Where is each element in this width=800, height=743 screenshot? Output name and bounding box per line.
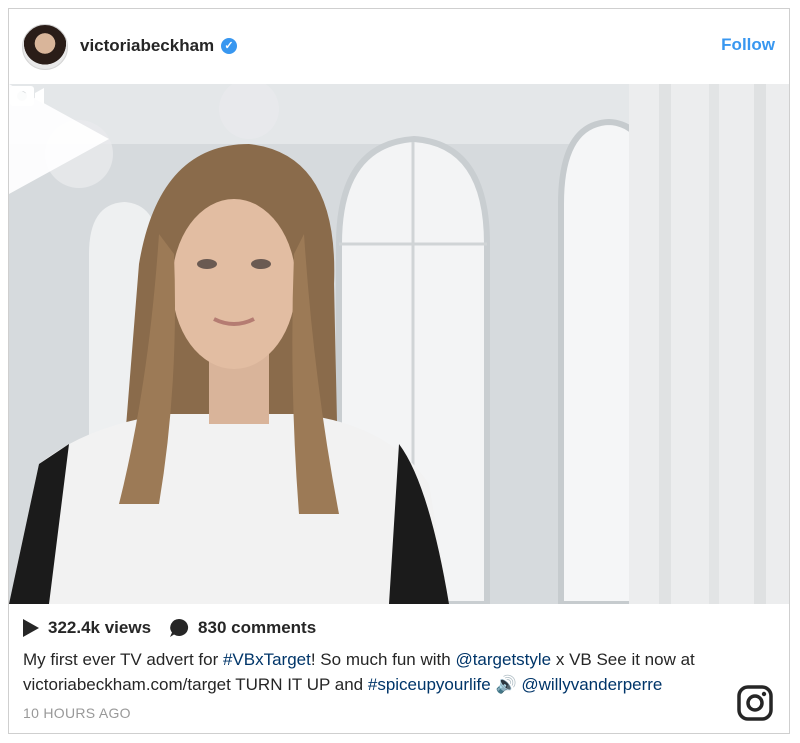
- mention-willyvanderperre[interactable]: @willyvanderperre: [521, 675, 662, 694]
- post-header: victoriabeckham ✓ Follow: [9, 9, 789, 84]
- video-frame: [9, 84, 789, 604]
- post-caption: My first ever TV advert for #VBxTarget! …: [23, 647, 773, 697]
- video-player[interactable]: [9, 84, 789, 604]
- verified-badge-icon: ✓: [221, 38, 237, 54]
- hashtag-spiceupyourlife[interactable]: #spiceupyourlife: [368, 675, 491, 694]
- caption-text-1: My first ever TV advert for: [23, 650, 223, 669]
- avatar[interactable]: [22, 24, 68, 70]
- follow-button[interactable]: Follow: [721, 35, 775, 55]
- comment-bubble-icon: [170, 618, 189, 637]
- comments-label: 830 comments: [198, 618, 317, 637]
- play-small-icon: [23, 619, 39, 637]
- comments-count[interactable]: 830 comments: [169, 618, 316, 638]
- post-stats: 322.4k views 830 comments: [23, 616, 334, 640]
- username-link[interactable]: victoriabeckham: [80, 36, 214, 56]
- mention-targetstyle[interactable]: @targetstyle: [455, 650, 551, 669]
- post-timestamp: 10 HOURS AGO: [23, 705, 131, 721]
- views-label: 322.4k views: [48, 618, 152, 637]
- play-icon[interactable]: [9, 84, 109, 194]
- hashtag-vbxtarget[interactable]: #VBxTarget: [223, 650, 311, 669]
- caption-text-4: 🔊: [490, 675, 522, 694]
- instagram-logo-icon[interactable]: [737, 685, 773, 721]
- views-count: 322.4k views: [23, 618, 151, 638]
- caption-text-2: ! So much fun with: [310, 650, 456, 669]
- instagram-embed-card: victoriabeckham ✓ Follow 322.4k views 83…: [8, 8, 790, 734]
